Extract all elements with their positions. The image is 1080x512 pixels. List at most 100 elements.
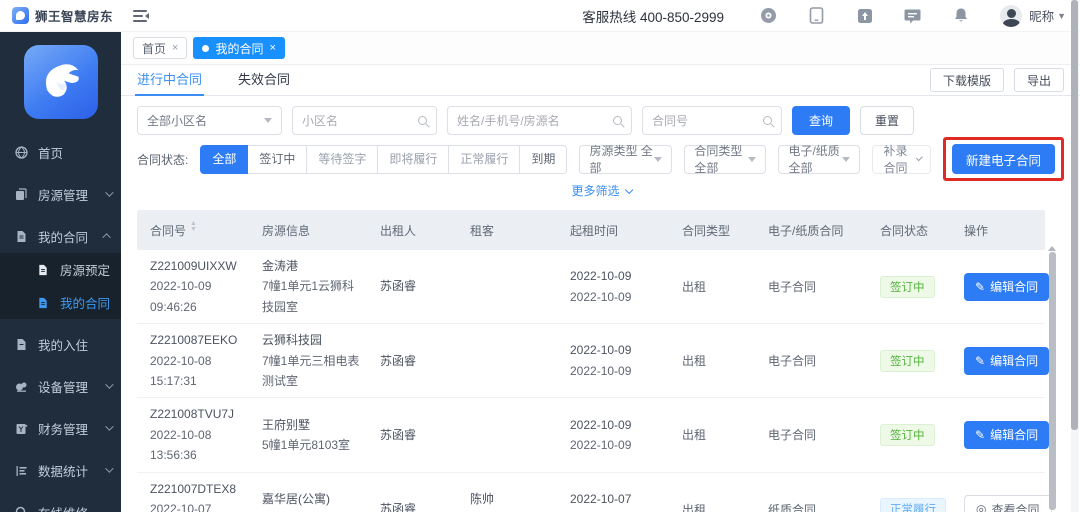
table-scrollbar-thumb[interactable] xyxy=(1048,252,1056,510)
action-button[interactable]: ✎ 编辑合同 xyxy=(964,420,1050,449)
filter-row-1: 全部小区名 查询 重置 xyxy=(121,96,1080,135)
status-segmented-group: 全部 签订中 等待签字 即将履行 正常履行 到期 xyxy=(200,144,568,174)
message-icon[interactable] xyxy=(904,7,921,24)
table-row[interactable]: Z221007DTEX8 2022-10-07 10:06:00 嘉华居(公寓)… xyxy=(137,473,1052,512)
chevron-down-icon[interactable]: ▼ xyxy=(1057,11,1066,21)
sidebar-item-label: 首页 xyxy=(38,146,64,161)
export-button[interactable]: 导出 xyxy=(1013,68,1064,92)
table-row[interactable]: Z2210087EEKO 2022-10-08 15:17:31 云狮科技园 7… xyxy=(137,324,1050,399)
tab-chip-home[interactable]: 首页 × xyxy=(133,37,188,59)
reset-button[interactable]: 重置 xyxy=(860,106,915,135)
sidebar-item-checkin[interactable]: 我的入住 xyxy=(0,327,121,361)
tablet-icon[interactable] xyxy=(808,7,825,24)
sidebar-item-my-contracts-sub[interactable]: 我的合同 xyxy=(0,286,121,319)
house-files-icon xyxy=(15,187,29,201)
name-phone-input-field[interactable] xyxy=(457,113,613,128)
tab-chip-bar: 首页 × 我的合同 × xyxy=(121,32,1080,65)
community-select[interactable]: 全部小区名 xyxy=(137,106,282,135)
sidebar-item-label: 我的合同 xyxy=(38,230,89,245)
sidebar-item-my-contracts[interactable]: 我的合同 xyxy=(0,219,121,253)
download-template-button[interactable]: 下载模版 xyxy=(929,68,1004,92)
more-filters-link[interactable]: 更多筛选 xyxy=(571,184,633,198)
contract-no: Z2210087EEKO xyxy=(150,333,238,348)
brand[interactable]: 狮王智慧房东 xyxy=(0,6,121,25)
created-at: 2022-10-08 13:56:36 xyxy=(150,427,212,463)
contract-type-select[interactable]: 合同类型 全部 xyxy=(684,144,767,175)
nickname[interactable]: 昵称 xyxy=(1029,6,1054,25)
status-option-active[interactable]: 正常履行 xyxy=(449,144,521,174)
contracts-table: 合同号 ▲ ▼ 房源信息 出租人 租客 起租时间 合同类型 电子/纸质合同 合同状… xyxy=(137,210,1052,512)
lion-logo xyxy=(23,45,98,119)
sidebar-item-house-booking[interactable]: 房源预定 xyxy=(0,253,121,286)
start-date: 2022-10-09 xyxy=(570,417,632,432)
hotline-text: 客服热线 400-850-2999 xyxy=(582,9,725,25)
paper-type-select[interactable]: 电子/纸质 全部 xyxy=(778,144,861,175)
sidebar-item-finance[interactable]: 财务管理 xyxy=(0,411,121,445)
start-date: 2022-10-07 xyxy=(570,491,632,506)
avatar[interactable] xyxy=(1000,4,1023,27)
house-type-value: 房源类型 全部 xyxy=(589,144,653,175)
end-date: 2022-10-09 xyxy=(570,289,632,304)
chevron-down-icon xyxy=(842,156,851,166)
status-option-waiting[interactable]: 等待签字 xyxy=(307,144,379,174)
filter-row-2: 合同状态: 全部 签订中 等待签字 即将履行 正常履行 到期 房源类型 全部 合… xyxy=(121,135,1080,181)
action-button[interactable]: ✎ 编辑合同 xyxy=(964,272,1050,301)
bell-icon[interactable] xyxy=(952,7,969,24)
supplement-label: 补录合同 xyxy=(883,144,908,175)
community-input-field[interactable] xyxy=(302,113,418,128)
chevron-down-icon xyxy=(105,380,114,389)
community-input xyxy=(292,106,437,135)
tenant-name: 陈帅 xyxy=(470,491,495,506)
search-button[interactable]: 查询 xyxy=(792,106,851,135)
chevron-down-icon xyxy=(105,464,114,473)
action-button[interactable]: ◎ 查看合同 xyxy=(964,495,1052,512)
record-icon[interactable] xyxy=(760,7,777,24)
sidebar-item-label: 财务管理 xyxy=(38,422,89,437)
table-row[interactable]: Z221009UIXXW 2022-10-09 09:46:26 金涛港 7幢1… xyxy=(137,250,1050,325)
status-option-signing[interactable]: 签订中 xyxy=(248,144,308,174)
end-date: 2022-10-09 xyxy=(570,363,632,378)
close-icon[interactable]: × xyxy=(172,42,178,54)
house-type-select[interactable]: 房源类型 全部 xyxy=(579,144,673,175)
col-actions: 操作 xyxy=(964,223,989,238)
house-detail: 7幢1单元1云狮科技园室 xyxy=(262,279,355,314)
menu-fold-icon[interactable] xyxy=(133,9,149,22)
page-scrollbar-thumb[interactable] xyxy=(1071,0,1078,430)
contract-type-value: 合同类型 全部 xyxy=(694,144,743,175)
sidebar-item-house-mgmt[interactable]: 房源管理 xyxy=(0,177,121,211)
scroll-up-arrow-icon[interactable] xyxy=(1048,242,1056,251)
sidebar-item-label: 数据统计 xyxy=(38,464,89,479)
sidebar-item-home[interactable]: 首页 xyxy=(0,135,121,169)
close-icon[interactable]: × xyxy=(269,42,275,54)
status-option-all[interactable]: 全部 xyxy=(200,144,249,174)
contract-no-input-field[interactable] xyxy=(652,113,763,128)
table-row[interactable]: Z221008TVU7J 2022-10-08 13:56:36 王府别墅 5幢… xyxy=(137,398,1050,473)
sidebar-item-label: 房源管理 xyxy=(38,188,89,203)
new-electronic-contract-button[interactable]: 新建电子合同 xyxy=(951,144,1055,174)
sidebar-item-devices[interactable]: 设备管理 xyxy=(0,369,121,403)
supplement-contract-dropdown[interactable]: 补录合同 xyxy=(872,144,931,175)
sidebar-item-repairs[interactable]: 在线维修 xyxy=(0,495,121,512)
col-contract-no[interactable]: 合同号 ▲ ▼ xyxy=(137,220,249,239)
start-date: 2022-10-09 xyxy=(570,343,632,358)
status-filter-label: 合同状态: xyxy=(137,152,189,167)
tab-expired-contracts[interactable]: 失效合同 xyxy=(238,65,290,96)
status-option-expired[interactable]: 到期 xyxy=(520,144,568,174)
tab-chip-my-contracts[interactable]: 我的合同 × xyxy=(193,37,285,59)
upload-icon[interactable] xyxy=(856,7,873,24)
col-start-time: 起租时间 xyxy=(570,223,619,238)
more-filters-label: 更多筛选 xyxy=(571,184,620,198)
sort-icon[interactable]: ▲ ▼ xyxy=(190,220,197,236)
tab-active-contracts[interactable]: 进行中合同 xyxy=(134,65,205,96)
page-scrollbar[interactable] xyxy=(1071,0,1079,512)
sidebar-submenu: 房源预定 我的合同 xyxy=(0,253,121,319)
sidebar-item-label: 设备管理 xyxy=(38,380,89,395)
table-scrollbar[interactable] xyxy=(1048,242,1056,510)
page-tabs: 进行中合同 失效合同 下载模版 导出 xyxy=(121,65,1080,96)
action-button[interactable]: ✎ 编辑合同 xyxy=(964,346,1050,375)
sidebar-item-statistics[interactable]: 数据统计 xyxy=(0,453,121,487)
edit-icon: ✎ xyxy=(975,353,986,368)
doc-icon xyxy=(37,296,51,310)
status-option-upcoming[interactable]: 即将履行 xyxy=(378,144,450,174)
search-icon xyxy=(613,116,622,125)
